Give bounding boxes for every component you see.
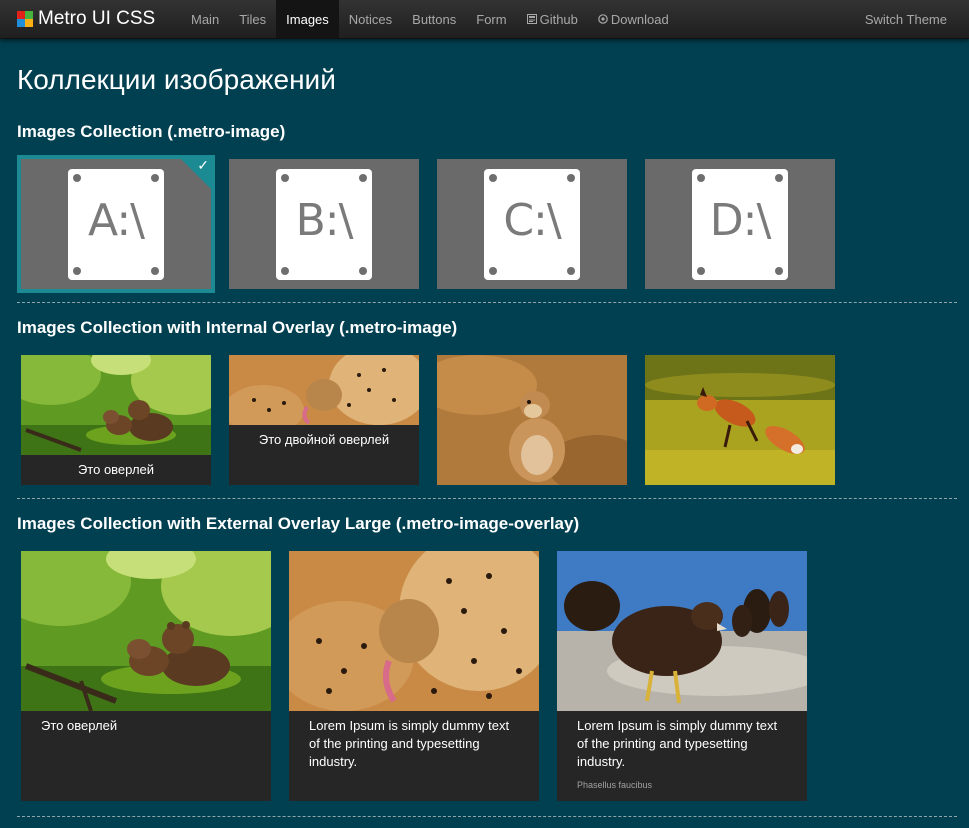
overlay-text: Lorem Ipsum is simply dummy text of the … — [309, 718, 510, 769]
nav-label: Form — [476, 11, 507, 27]
bear-cubs-photo — [21, 551, 271, 711]
drive-icon: D:\ — [692, 169, 788, 280]
drive-label: B:\ — [295, 195, 354, 246]
github-icon — [526, 14, 537, 24]
drive-tile-b[interactable]: B:\ — [229, 159, 419, 289]
internal-image-jumping-fox[interactable] — [645, 355, 835, 485]
drive-icon: C:\ — [484, 169, 580, 280]
internal-image-cheetahs[interactable]: Это двойной оверлей — [229, 355, 419, 485]
section-divider — [17, 816, 957, 817]
jumping-fox-photo — [645, 355, 835, 485]
section-title-external-overlay: Images Collection with External Overlay … — [17, 514, 580, 533]
drive-tile-d[interactable]: D:\ — [645, 159, 835, 289]
top-navbar: Metro UI CSS Main Tiles Images Notices B… — [0, 0, 969, 39]
image-overlay: Это оверлей — [21, 455, 211, 485]
nav-label: Github — [539, 11, 578, 27]
section-divider — [17, 302, 957, 303]
nav-label: Buttons — [412, 11, 457, 27]
nav-label: Notices — [348, 11, 393, 27]
drive-tile-c[interactable]: C:\ — [437, 159, 627, 289]
switch-theme-link[interactable]: Switch Theme — [865, 0, 947, 38]
bear-cubs-photo — [21, 355, 211, 455]
drive-icon: B:\ — [276, 169, 372, 280]
nav-label: Tiles — [239, 11, 267, 27]
section-title-internal-overlay: Images Collection with Internal Overlay … — [17, 318, 458, 337]
nav-item-images[interactable]: Images — [276, 0, 339, 38]
nav-item-main[interactable]: Main — [181, 0, 229, 38]
drive-label: C:\ — [503, 195, 561, 246]
page-title: Коллекции изображений — [17, 64, 336, 95]
eagles-photo — [557, 551, 807, 711]
overlay-text: Lorem Ipsum is simply dummy text of the … — [577, 718, 778, 769]
internal-image-prairie-dog[interactable] — [437, 355, 627, 485]
brand-link[interactable]: Metro UI CSS — [17, 8, 155, 30]
internal-image-bear-cubs[interactable]: Это оверлей — [21, 355, 211, 485]
nav-item-download[interactable]: Download — [588, 0, 679, 38]
checkmark-icon: ✓ — [197, 157, 209, 173]
nav-item-tiles[interactable]: Tiles — [229, 0, 276, 38]
image-overlay-double: Это двойной оверлей — [229, 425, 419, 485]
nav-label: Main — [191, 11, 220, 27]
cheetahs-photo — [289, 551, 539, 711]
cheetahs-photo — [229, 355, 419, 425]
download-icon — [598, 14, 608, 24]
overlay-text: Это оверлей — [41, 718, 118, 733]
section-title-images-collection: Images Collection (.metro-image) — [17, 122, 286, 141]
overlay-subtext: Phasellus faucibus — [577, 780, 653, 790]
external-card-bear-cubs[interactable]: Это оверлей — [21, 551, 271, 801]
drive-label: D:\ — [709, 195, 772, 246]
drive-tile-a[interactable]: A:\ ✓ — [17, 155, 215, 293]
external-card-cheetahs[interactable]: Lorem Ipsum is simply dummy text of the … — [289, 551, 539, 801]
brand-name: Metro UI CSS — [38, 8, 156, 29]
nav-item-buttons[interactable]: Buttons — [402, 0, 466, 38]
nav-item-form[interactable]: Form — [466, 0, 516, 38]
nav-label: Download — [610, 11, 669, 27]
drive-icon: A:\ — [68, 169, 164, 280]
nav-label: Images — [286, 11, 329, 27]
section-divider — [17, 498, 957, 499]
external-card-eagles[interactable]: Lorem Ipsum is simply dummy text of the … — [557, 551, 807, 801]
prairie-dog-photo — [437, 355, 627, 485]
drive-label: A:\ — [88, 195, 145, 246]
windows-logo-icon — [17, 11, 33, 27]
nav-item-github[interactable]: Github — [517, 0, 588, 38]
nav-item-notices[interactable]: Notices — [339, 0, 402, 38]
main-nav: Main Tiles Images Notices Buttons Form G… — [181, 0, 679, 38]
